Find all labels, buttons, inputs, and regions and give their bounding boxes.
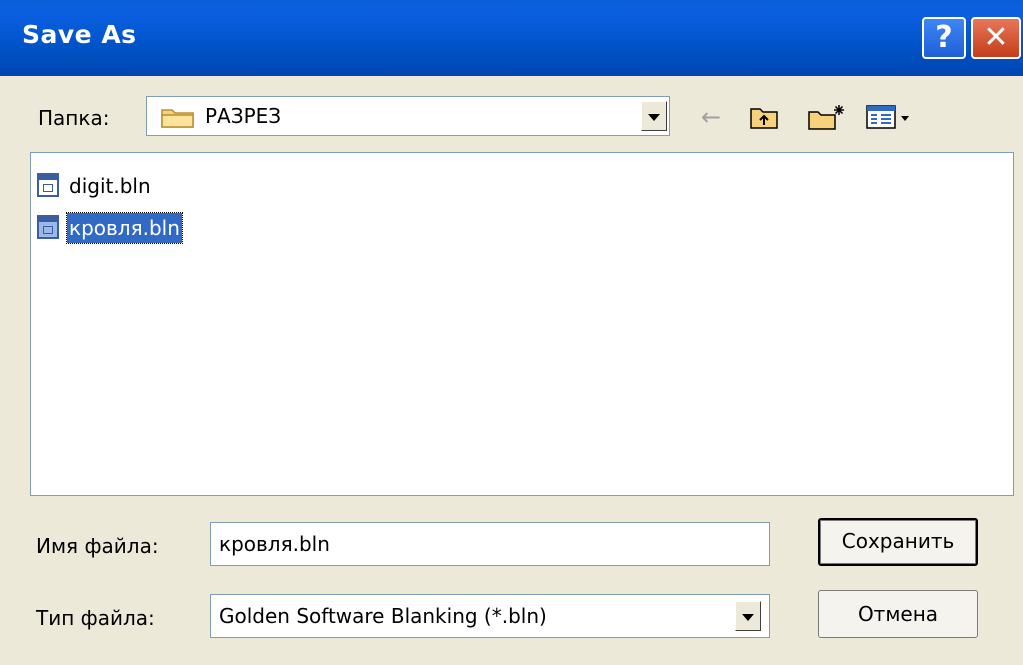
- filetype-combo[interactable]: Golden Software Blanking (*.bln): [210, 594, 770, 638]
- up-folder-icon[interactable]: [746, 100, 782, 134]
- close-button[interactable]: ✕: [971, 17, 1021, 59]
- title-bar[interactable]: Save As ? ✕: [0, 0, 1023, 76]
- filename-value: кровля.bln: [219, 532, 330, 556]
- folder-label-text: Папка:: [38, 106, 110, 130]
- folder-value: РАЗРЕЗ: [205, 104, 282, 128]
- back-arrow-icon[interactable]: ←: [694, 100, 728, 134]
- help-button[interactable]: ?: [922, 17, 966, 59]
- filetype-dropdown-button[interactable]: [735, 601, 761, 631]
- save-button[interactable]: Сохранить: [818, 518, 978, 566]
- new-folder-icon[interactable]: [806, 100, 848, 134]
- views-menu-icon[interactable]: [864, 100, 920, 134]
- file-name: digit.bln: [69, 174, 151, 198]
- file-list[interactable]: digit.bln кровля.bln: [30, 152, 1014, 496]
- bln-file-icon: [37, 173, 59, 197]
- filetype-label: Тип файла:: [36, 606, 155, 630]
- filetype-value: Golden Software Blanking (*.bln): [219, 604, 547, 628]
- filename-label: Имя файла:: [36, 534, 159, 558]
- folder-dropdown-button[interactable]: [641, 101, 667, 131]
- folder-label: Папка:: [38, 106, 109, 130]
- bln-file-icon: [37, 215, 59, 239]
- folder-icon: [161, 109, 194, 128]
- cancel-button[interactable]: Отмена: [818, 590, 978, 638]
- folder-combo[interactable]: РАЗРЕЗ: [146, 96, 670, 136]
- dialog-title: Save As: [22, 20, 137, 49]
- save-as-dialog: Save As ? ✕ Папка: РАЗРЕЗ ← digit.bln кр…: [0, 0, 1023, 665]
- filename-input[interactable]: кровля.bln: [210, 522, 770, 566]
- file-name: кровля.bln: [66, 212, 183, 244]
